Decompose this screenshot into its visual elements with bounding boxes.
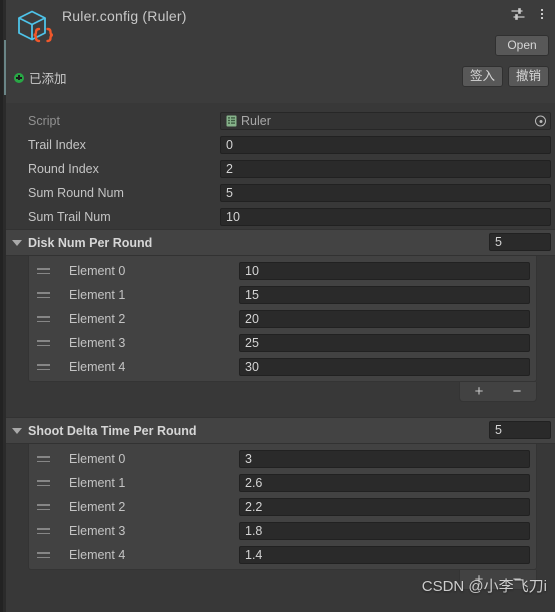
- drag-handle-icon[interactable]: [35, 500, 57, 514]
- array-title: Shoot Delta Time Per Round: [28, 423, 197, 438]
- element-value-input[interactable]: 1.4: [239, 546, 530, 564]
- property-label: Sum Round Num: [28, 186, 124, 200]
- element-label: Element 4: [69, 548, 126, 562]
- property-label: Script: [28, 114, 60, 128]
- drag-handle-icon[interactable]: [35, 264, 57, 278]
- script-object-field[interactable]: Ruler: [220, 112, 551, 130]
- preset-sliders-icon[interactable]: [510, 6, 526, 22]
- header-icon-group: [510, 6, 549, 22]
- list-item[interactable]: Element 4 1.4: [29, 543, 536, 567]
- add-element-button[interactable]: +: [464, 383, 494, 401]
- element-value-input[interactable]: 10: [239, 262, 530, 280]
- list-item[interactable]: Element 2 20: [29, 307, 536, 331]
- sum-trail-num-input[interactable]: 10: [220, 208, 551, 226]
- kebab-menu-icon[interactable]: [535, 6, 549, 22]
- array-size-input[interactable]: 5: [489, 233, 551, 251]
- add-element-button[interactable]: +: [464, 571, 494, 589]
- version-control-row: 已添加 签入 撤销: [14, 66, 549, 88]
- element-value-input[interactable]: 30: [239, 358, 530, 376]
- drag-handle-icon[interactable]: [35, 336, 57, 350]
- page-title: Ruler.config (Ruler): [62, 8, 187, 24]
- element-label: Element 3: [69, 524, 126, 538]
- array-header-shoot-delta-time-per-round[interactable]: Shoot Delta Time Per Round 5: [6, 417, 555, 444]
- list-footer-disk-num-per-round: + −: [28, 382, 537, 403]
- foldout-toggle-disk-num-per-round[interactable]: [6, 239, 28, 246]
- vcs-button-group: 签入 撤销: [461, 66, 549, 87]
- reorderable-list-disk-num-per-round: Element 0 10 Element 1 15 Element 2 20 E…: [28, 256, 537, 382]
- remove-element-button[interactable]: −: [502, 571, 532, 589]
- vcs-status-label: 已添加: [29, 72, 67, 86]
- open-button[interactable]: Open: [495, 35, 549, 56]
- element-label: Element 2: [69, 500, 126, 514]
- object-picker-icon[interactable]: [535, 115, 546, 127]
- drag-handle-icon[interactable]: [35, 312, 57, 326]
- element-label: Element 4: [69, 360, 126, 374]
- check-in-button[interactable]: 签入: [461, 66, 503, 87]
- property-label: Round Index: [28, 162, 99, 176]
- element-label: Element 1: [69, 476, 126, 490]
- foldout-toggle-shoot-delta-time-per-round[interactable]: [6, 427, 28, 434]
- property-row-sum-round-num: Sum Round Num 5: [6, 181, 555, 205]
- property-row-script: Script Ruler: [6, 109, 555, 133]
- round-index-input[interactable]: 2: [220, 160, 551, 178]
- kebab-dot: [541, 17, 543, 19]
- chevron-down-icon: [12, 427, 22, 434]
- drag-handle-icon[interactable]: [35, 548, 57, 562]
- list-item[interactable]: Element 3 25: [29, 331, 536, 355]
- element-value-input[interactable]: 20: [239, 310, 530, 328]
- remove-element-button[interactable]: −: [502, 383, 532, 401]
- element-label: Element 0: [69, 264, 126, 278]
- list-item[interactable]: Element 0 10: [29, 259, 536, 283]
- element-value-input[interactable]: 2.6: [239, 474, 530, 492]
- property-row-sum-trail-num: Sum Trail Num 10: [6, 205, 555, 229]
- drag-handle-icon[interactable]: [35, 288, 57, 302]
- drag-handle-icon[interactable]: [35, 524, 57, 538]
- list-item[interactable]: Element 1 15: [29, 283, 536, 307]
- reorderable-list-shoot-delta-time-per-round: Element 0 3 Element 1 2.6 Element 2 2.2 …: [28, 444, 537, 570]
- array-size-input[interactable]: 5: [489, 421, 551, 439]
- inspector-body: Script Ruler Trail Index 0 Round Index 2…: [6, 103, 555, 612]
- property-label: Sum Trail Num: [28, 210, 111, 224]
- add-remove-button-group: + −: [459, 570, 537, 590]
- list-item[interactable]: Element 4 30: [29, 355, 536, 379]
- drag-handle-icon[interactable]: [35, 476, 57, 490]
- array-title: Disk Num Per Round: [28, 235, 153, 250]
- scriptable-object-json-cube-icon: [14, 7, 54, 47]
- revert-button[interactable]: 撤销: [507, 66, 549, 87]
- element-value-input[interactable]: 15: [239, 286, 530, 304]
- element-value-input[interactable]: 25: [239, 334, 530, 352]
- inspector-header: Ruler.config (Ruler) Open 已添加 签入 撤销: [6, 0, 555, 104]
- add-remove-button-group: + −: [459, 382, 537, 402]
- kebab-dot: [541, 9, 543, 11]
- list-item[interactable]: Element 2 2.2: [29, 495, 536, 519]
- script-value: Ruler: [241, 114, 271, 128]
- drag-handle-icon[interactable]: [35, 452, 57, 466]
- list-footer-shoot-delta-time-per-round: + −: [28, 570, 537, 591]
- list-item[interactable]: Element 1 2.6: [29, 471, 536, 495]
- list-item[interactable]: Element 3 1.8: [29, 519, 536, 543]
- element-label: Element 3: [69, 336, 126, 350]
- element-value-input[interactable]: 2.2: [239, 498, 530, 516]
- inspector-window: Ruler.config (Ruler) Open 已添加 签入 撤销 Scri…: [0, 0, 555, 612]
- sum-round-num-input[interactable]: 5: [220, 184, 551, 202]
- element-label: Element 0: [69, 452, 126, 466]
- trail-index-input[interactable]: 0: [220, 136, 551, 154]
- window-edge-dark: [0, 0, 3, 612]
- array-header-disk-num-per-round[interactable]: Disk Num Per Round 5: [6, 229, 555, 256]
- element-value-input[interactable]: 3: [239, 450, 530, 468]
- property-row-trail-index: Trail Index 0: [6, 133, 555, 157]
- drag-handle-icon[interactable]: [35, 360, 57, 374]
- chevron-down-icon: [12, 239, 22, 246]
- green-plus-badge-icon: [14, 72, 24, 83]
- csharp-script-icon: [226, 115, 237, 127]
- property-row-round-index: Round Index 2: [6, 157, 555, 181]
- element-value-input[interactable]: 1.8: [239, 522, 530, 540]
- element-label: Element 1: [69, 288, 126, 302]
- vcs-status: 已添加: [14, 68, 67, 87]
- array-gap-spacer: [6, 403, 555, 417]
- kebab-dot: [541, 13, 543, 15]
- list-item[interactable]: Element 0 3: [29, 447, 536, 471]
- element-label: Element 2: [69, 312, 126, 326]
- property-label: Trail Index: [28, 138, 86, 152]
